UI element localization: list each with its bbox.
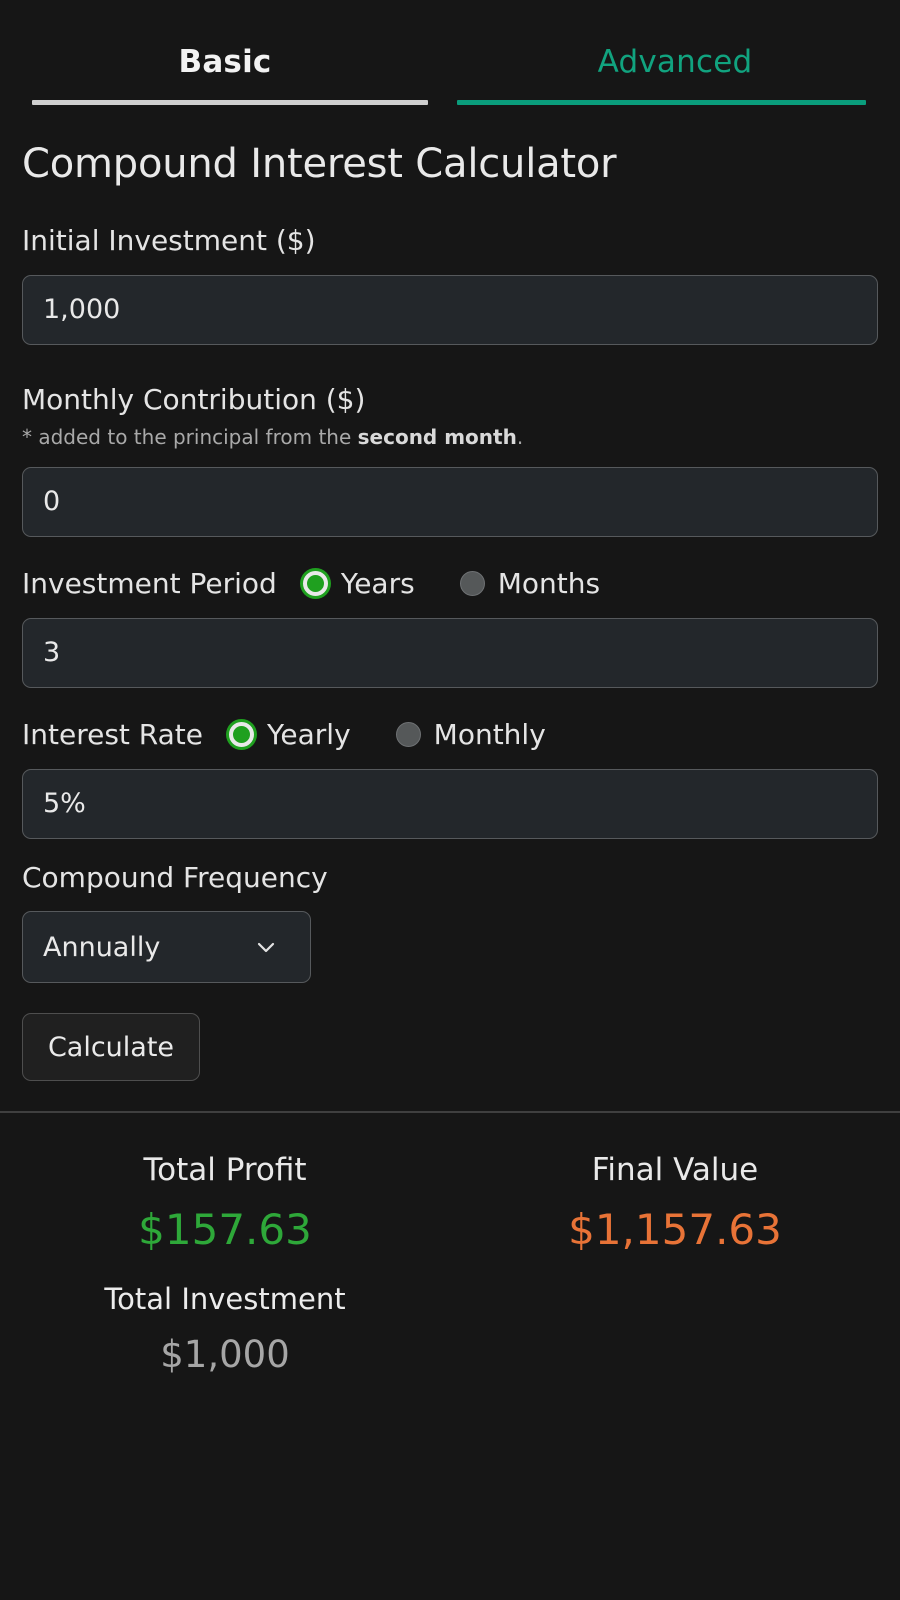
field-initial-investment: Initial Investment ($) xyxy=(22,224,878,345)
investment-period-input[interactable] xyxy=(22,617,878,688)
field-compound-frequency: Compound Frequency Annually xyxy=(22,860,878,984)
total-investment-value: $1,000 xyxy=(160,1332,290,1376)
field-monthly-contribution: Monthly Contribution ($) * added to the … xyxy=(22,382,878,537)
page-title: Compound Interest Calculator xyxy=(22,141,617,187)
calculate-button[interactable]: Calculate xyxy=(22,1013,200,1082)
radio-selected-icon xyxy=(302,570,328,596)
tab-advanced[interactable]: Advanced xyxy=(450,0,900,105)
interest-rate-row: Interest Rate Yearly Monthly xyxy=(22,718,878,751)
compound-frequency-value: Annually xyxy=(43,931,161,963)
interest-rate-label: Interest Rate xyxy=(22,717,204,751)
radio-period-years[interactable]: Years xyxy=(302,566,415,600)
note-suffix: . xyxy=(516,424,524,449)
compound-frequency-label: Compound Frequency xyxy=(22,860,328,894)
tab-basic[interactable]: Basic xyxy=(0,0,450,105)
compound-frequency-select[interactable]: Annually xyxy=(22,911,311,984)
tab-advanced-label: Advanced xyxy=(597,44,753,80)
result-total-investment: Total Investment $1,000 xyxy=(0,1281,450,1376)
investment-period-row: Investment Period Years Months xyxy=(22,567,878,600)
investment-period-radio-group: Years Months xyxy=(302,566,601,600)
radio-period-months[interactable]: Months xyxy=(459,566,601,600)
monthly-contribution-input[interactable] xyxy=(22,466,878,537)
field-interest-rate: Interest Rate Yearly Monthly xyxy=(22,718,878,839)
results-panel: Total Profit $157.63 Final Value $1,157.… xyxy=(0,1113,900,1375)
interest-rate-input[interactable] xyxy=(22,768,878,839)
tab-advanced-underline xyxy=(457,100,866,105)
radio-rate-monthly-label: Monthly xyxy=(433,717,546,751)
compound-frequency-select-wrap: Annually xyxy=(22,911,311,984)
final-value-label: Final Value xyxy=(591,1152,759,1189)
investment-period-label: Investment Period xyxy=(22,566,277,600)
radio-unselected-icon xyxy=(395,721,421,747)
radio-selected-icon xyxy=(229,721,255,747)
total-profit-value: $157.63 xyxy=(138,1205,312,1255)
initial-investment-input[interactable] xyxy=(22,274,878,345)
monthly-contribution-note: * added to the principal from the second… xyxy=(22,425,878,449)
radio-period-years-label: Years xyxy=(340,566,415,600)
monthly-contribution-label: Monthly Contribution ($) xyxy=(22,382,366,416)
radio-rate-monthly[interactable]: Monthly xyxy=(395,717,546,751)
final-value-value: $1,157.63 xyxy=(568,1205,782,1255)
chevron-down-icon xyxy=(254,935,278,959)
tab-basic-label: Basic xyxy=(178,44,272,80)
results-grid: Total Profit $157.63 Final Value $1,157.… xyxy=(0,1153,900,1253)
tab-basic-underline xyxy=(32,100,428,105)
total-investment-label: Total Investment xyxy=(104,1281,346,1316)
note-bold: second month xyxy=(357,424,517,449)
calculator-form: Compound Interest Calculator Initial Inv… xyxy=(0,105,900,1111)
tab-bar: Basic Advanced xyxy=(0,0,900,105)
field-investment-period: Investment Period Years Months xyxy=(22,567,878,688)
radio-rate-yearly-label: Yearly xyxy=(267,717,351,751)
result-final-value: Final Value $1,157.63 xyxy=(450,1153,900,1253)
radio-unselected-icon xyxy=(459,570,485,596)
result-total-profit: Total Profit $157.63 xyxy=(0,1153,450,1253)
interest-rate-radio-group: Yearly Monthly xyxy=(229,718,546,751)
note-prefix: * added to the principal from the xyxy=(22,424,358,449)
radio-rate-yearly[interactable]: Yearly xyxy=(229,718,351,751)
total-profit-label: Total Profit xyxy=(143,1152,307,1189)
radio-period-months-label: Months xyxy=(497,566,601,600)
initial-investment-label: Initial Investment ($) xyxy=(22,224,316,257)
